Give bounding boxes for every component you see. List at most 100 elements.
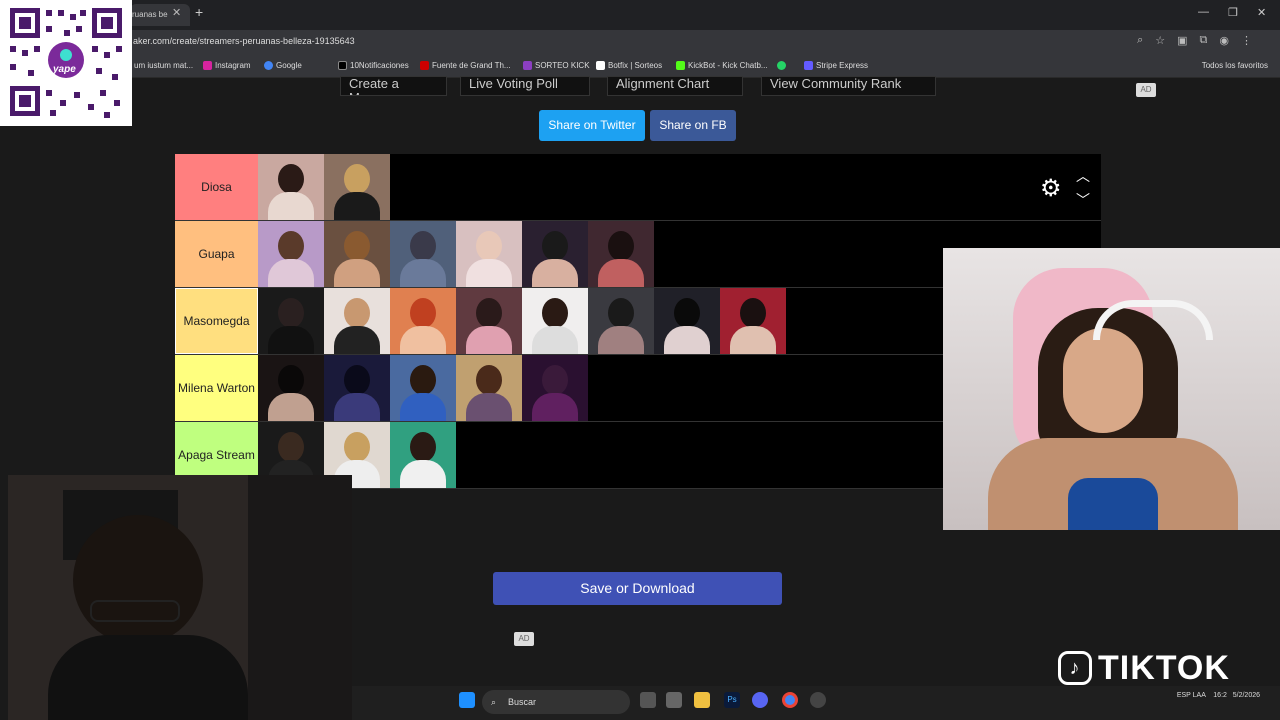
bookmark-item[interactable]: SORTEO KICK	[523, 61, 590, 70]
share-fb-button[interactable]: Share on FB	[650, 110, 736, 141]
close-tab-icon[interactable]: ✕	[172, 6, 181, 19]
profile-icon[interactable]: ◉	[1219, 34, 1229, 47]
screenshot-root: ruanas be ✕ + — ❐ ✕ aker.com/create/stre…	[0, 0, 1280, 720]
address-bar[interactable]: aker.com/create/streamers-peruanas-belle…	[0, 30, 1280, 54]
taskbar-search[interactable]: ⌕ Buscar	[482, 690, 630, 714]
tier-image[interactable]	[324, 355, 390, 421]
maximize-icon[interactable]: ❐	[1228, 6, 1238, 19]
tier-image[interactable]	[654, 288, 720, 354]
tray-date[interactable]: 5/2/2026	[1233, 692, 1260, 699]
tier-image[interactable]	[390, 355, 456, 421]
task-view-icon[interactable]	[640, 692, 656, 708]
tiktok-watermark: ♪ TIKTOK	[1058, 648, 1230, 688]
tier-image[interactable]	[390, 288, 456, 354]
chevron-up-icon[interactable]: ︿	[1076, 166, 1090, 186]
tray-lang[interactable]: ESP LAA	[1177, 692, 1206, 699]
app-icon[interactable]	[666, 692, 682, 708]
ad-badge: AD	[514, 632, 534, 646]
menu-icon[interactable]: ⋮	[1241, 34, 1252, 47]
tier-image[interactable]	[258, 355, 324, 421]
bookmark-item[interactable]: um iustum mat...	[134, 61, 193, 70]
x-icon	[338, 61, 347, 70]
fuente-icon	[420, 61, 429, 70]
qr-icon	[10, 8, 122, 118]
url-icons: ⌕ ☆ ▣ ⧉ ◉ ⋮	[1137, 34, 1252, 47]
tier-items	[258, 154, 390, 220]
tier-image[interactable]	[522, 355, 588, 421]
search-icon: ⌕	[491, 697, 497, 707]
tier-label[interactable]: Masomegda	[175, 288, 258, 354]
tier-image[interactable]	[258, 221, 324, 287]
webcam-curtain	[248, 475, 352, 720]
live-voting-button[interactable]: Live Voting Poll	[460, 76, 590, 96]
tier-image[interactable]	[522, 288, 588, 354]
extension-icon[interactable]: ▣	[1177, 34, 1187, 47]
guest-top	[1068, 478, 1158, 530]
guest-face	[1063, 328, 1143, 433]
bookmark-item[interactable]: Fuente de Grand Th...	[420, 61, 511, 70]
window-close-icon[interactable]: ✕	[1257, 6, 1266, 19]
tier-label[interactable]: Milena Warton	[175, 355, 258, 421]
kick-icon	[523, 61, 532, 70]
obs-icon[interactable]	[810, 692, 826, 708]
bookmark-item[interactable]: KickBot - Kick Chatb...	[676, 61, 768, 70]
zoom-icon[interactable]: ⌕	[1137, 34, 1143, 47]
url-text[interactable]: aker.com/create/streamers-peruanas-belle…	[133, 36, 355, 46]
new-tab-icon[interactable]: +	[195, 4, 203, 20]
tier-label[interactable]: Guapa	[175, 221, 258, 287]
tier-items	[258, 355, 588, 421]
tier-image[interactable]	[456, 355, 522, 421]
alignment-chart-button[interactable]: Alignment Chart	[607, 76, 743, 96]
ad-badge: AD	[1136, 83, 1156, 97]
whatsapp-bookmark[interactable]	[777, 61, 786, 70]
tier-row: Diosa ⚙ ︿ ﹀	[175, 154, 1101, 221]
tiktok-icon: ♪	[1058, 651, 1092, 685]
windows-taskbar: ⌕ Buscar Ps ESP LAA 16:2 5/2/2026	[352, 686, 1280, 720]
community-rank-button[interactable]: View Community Rank	[761, 76, 936, 96]
gear-icon[interactable]: ⚙	[1040, 174, 1062, 203]
tier-image[interactable]	[258, 288, 324, 354]
all-bookmarks[interactable]: Todos los favoritos	[1202, 61, 1268, 70]
tier-image[interactable]	[324, 288, 390, 354]
bookmark-item[interactable]: Stripe Express	[804, 61, 868, 70]
photoshop-icon[interactable]: Ps	[724, 692, 740, 708]
tray-time[interactable]: 16:2	[1213, 692, 1227, 699]
minimize-icon[interactable]: —	[1198, 6, 1209, 18]
kickbot-icon	[676, 61, 685, 70]
bookmark-item[interactable]: Google	[264, 61, 302, 70]
tier-image[interactable]	[456, 288, 522, 354]
whatsapp-icon	[777, 61, 786, 70]
webcam-person-head	[73, 515, 203, 645]
tier-image[interactable]	[324, 154, 390, 220]
share-twitter-button[interactable]: Share on Twitter	[539, 110, 645, 141]
create-meme-button[interactable]: Create a Meme	[340, 76, 447, 96]
bookmark-item[interactable]: Instagram	[203, 61, 251, 70]
tier-image[interactable]	[390, 422, 456, 488]
puzzle-icon[interactable]: ⧉	[1200, 34, 1208, 47]
streamer-webcam	[8, 475, 352, 720]
bookmark-item[interactable]: 10Notificaciones	[338, 61, 409, 70]
tier-image[interactable]	[522, 221, 588, 287]
tier-controls: ⚙ ︿ ﹀	[1034, 154, 1101, 220]
tier-label[interactable]: Diosa	[175, 154, 258, 220]
browser-tabbar: ruanas be ✕ + — ❐ ✕	[0, 0, 1280, 30]
tier-image[interactable]	[720, 288, 786, 354]
guest-webcam	[943, 248, 1280, 530]
chrome-icon[interactable]	[782, 692, 798, 708]
chevron-down-icon[interactable]: ﹀	[1076, 190, 1090, 210]
tier-image[interactable]	[324, 221, 390, 287]
bookmark-item[interactable]: Botfix | Sorteos	[596, 61, 662, 70]
google-icon	[264, 61, 273, 70]
star-icon[interactable]: ☆	[1155, 34, 1165, 47]
tier-image[interactable]	[390, 221, 456, 287]
save-download-button[interactable]: Save or Download	[493, 572, 782, 605]
file-explorer-icon[interactable]	[694, 692, 710, 708]
tier-image[interactable]	[456, 221, 522, 287]
tier-image[interactable]	[588, 221, 654, 287]
tier-image[interactable]	[258, 154, 324, 220]
tier-image[interactable]	[588, 288, 654, 354]
qr-code: yape	[0, 0, 132, 126]
windows-start-icon[interactable]	[459, 692, 475, 708]
discord-icon[interactable]	[752, 692, 768, 708]
stripe-icon	[804, 61, 813, 70]
